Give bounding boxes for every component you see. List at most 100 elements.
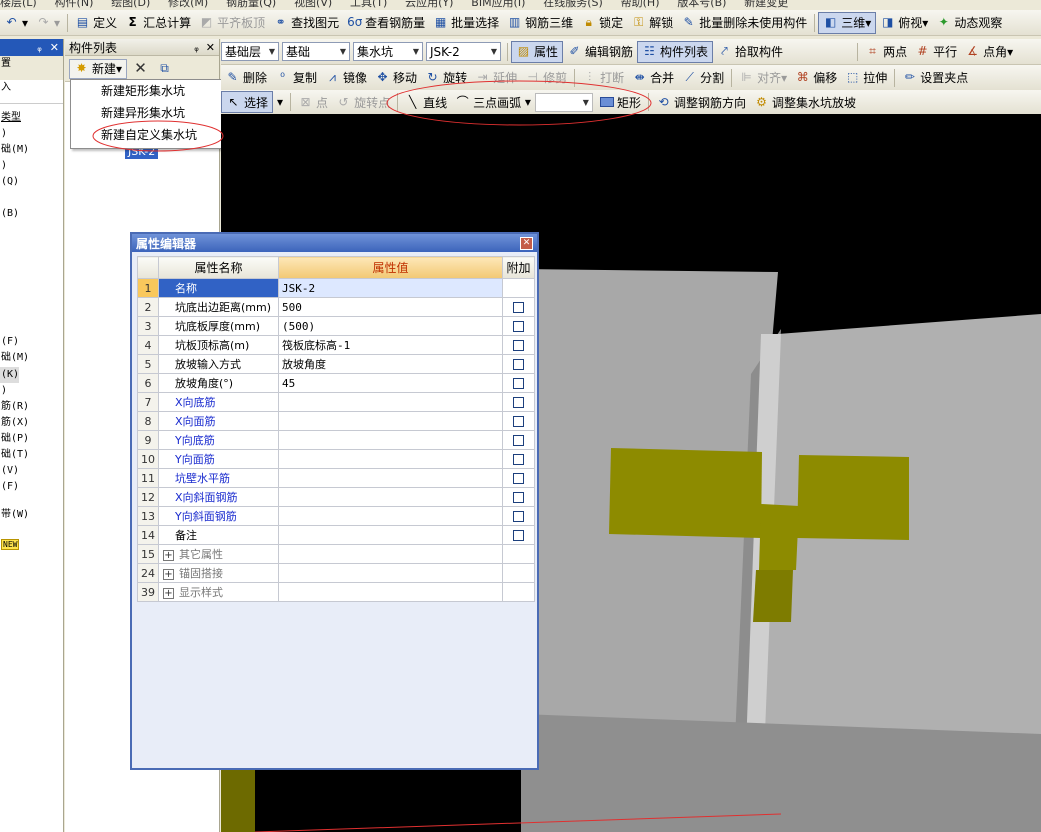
rotate-button[interactable]: ↻ 旋转 xyxy=(421,67,471,89)
table-row[interactable]: 4 坑板顶标高(m) 筏板底标高-1 xyxy=(137,335,535,355)
menu-view[interactable]: 视图(V) xyxy=(294,0,332,8)
property-value[interactable]: 500 xyxy=(278,297,503,317)
nav-item[interactable]: (B) xyxy=(0,206,63,222)
menu-new-change[interactable]: 新建变更 xyxy=(744,0,788,8)
property-value[interactable]: 筏板底标高-1 xyxy=(278,335,503,355)
close-icon[interactable]: ✕ xyxy=(520,236,533,250)
expand-icon[interactable]: + xyxy=(163,550,174,561)
close-icon[interactable]: ✕ xyxy=(206,41,215,54)
batch-select-button[interactable]: ▦ 批量选择 xyxy=(429,12,503,34)
menu-rebar[interactable]: 钢筋量(Q) xyxy=(226,0,276,8)
undo-button[interactable]: ↶ ▾ xyxy=(0,12,32,34)
nav-item[interactable]: 础(T) xyxy=(0,447,63,463)
adjust-rebar-dir-button[interactable]: ⟲ 调整钢筋方向 xyxy=(652,91,750,113)
table-row-group[interactable]: 39 + 显示样式 xyxy=(137,582,535,602)
select-dropdown[interactable]: ▾ xyxy=(273,91,287,113)
table-row[interactable]: 8 X向面筋 xyxy=(137,411,535,431)
table-row[interactable]: 14 备注 xyxy=(137,525,535,545)
nav-item[interactable]: 础(P) xyxy=(0,431,63,447)
property-value[interactable] xyxy=(278,411,503,431)
menu-bim[interactable]: BIM应用(I) xyxy=(471,0,525,8)
nav-item[interactable]: (Q) xyxy=(0,174,63,190)
add-checkbox[interactable] xyxy=(513,511,524,522)
flush-slab-button[interactable]: ◩ 平齐板顶 xyxy=(195,12,269,34)
adjust-slope-button[interactable]: ⚙ 调整集水坑放坡 xyxy=(750,91,860,113)
property-value[interactable] xyxy=(278,487,503,507)
align-button[interactable]: ⊫ 对齐 ▾ xyxy=(735,67,791,89)
copy-button[interactable]: ⁰ 复制 xyxy=(271,67,321,89)
nav-item[interactable]: 类型 xyxy=(0,110,63,126)
table-row-group[interactable]: 15 + 其它属性 xyxy=(137,544,535,564)
menu-floor[interactable]: 楼层(L) xyxy=(0,0,37,8)
nav-item[interactable]: 础(M) xyxy=(0,142,63,158)
property-value[interactable]: 45 xyxy=(278,373,503,393)
menu-version[interactable]: 版本号(B) xyxy=(677,0,726,8)
table-row[interactable]: 10 Y向面筋 xyxy=(137,449,535,469)
edit-rebar-button[interactable]: ✐ 编辑钢筋 xyxy=(563,41,637,63)
point-angle-button[interactable]: ∡ 点角 ▾ xyxy=(961,41,1017,63)
property-editor-titlebar[interactable]: 属性编辑器 ✕ xyxy=(132,234,537,252)
parallel-button[interactable]: # 平行 xyxy=(911,41,961,63)
add-checkbox[interactable] xyxy=(513,321,524,332)
nav-item[interactable]: ) xyxy=(0,126,63,142)
table-row[interactable]: 3 坑底板厚度(mm) (500) xyxy=(137,316,535,336)
table-row[interactable]: 2 坑底出边距离(mm) 500 xyxy=(137,297,535,317)
rotate-point-button[interactable]: ↺ 旋转点 xyxy=(332,91,394,113)
component-select[interactable]: JSK-2 ▼ xyxy=(426,42,501,61)
nav-item-selected[interactable]: (K) xyxy=(0,367,20,383)
pin-icon[interactable]: ᵩ xyxy=(37,41,42,54)
add-checkbox[interactable] xyxy=(513,416,524,427)
top-view-button[interactable]: ◨ 俯视 ▾ xyxy=(876,12,932,34)
rect-button[interactable]: 矩形 xyxy=(596,91,645,113)
line-button[interactable]: ╲ 直线 xyxy=(401,91,451,113)
view-rebar-button[interactable]: 6σ 查看钢筋量 xyxy=(343,12,429,34)
property-value[interactable] xyxy=(278,506,503,526)
lock-button[interactable]: 🔒︎ 锁定 xyxy=(577,12,627,34)
menu-item-new-rect-pit[interactable]: 新建矩形集水坑 xyxy=(71,80,222,102)
nav-item[interactable]: ) xyxy=(0,383,63,399)
menu-item-new-custom-pit[interactable]: 新建自定义集水坑 xyxy=(71,124,222,146)
split-button[interactable]: ⟋ 分割 xyxy=(678,67,728,89)
property-value[interactable]: (500) xyxy=(278,316,503,336)
rebar-3d-button[interactable]: ▥ 钢筋三维 xyxy=(503,12,577,34)
table-row[interactable]: 5 放坡输入方式 放坡角度 xyxy=(137,354,535,374)
nav-item[interactable]: 带(W) xyxy=(0,507,63,523)
nav-item[interactable]: ) xyxy=(0,158,63,174)
mirror-button[interactable]: ⩘ 镜像 xyxy=(321,67,371,89)
batch-delete-button[interactable]: ✎ 批量删除未使用构件 xyxy=(677,12,811,34)
component-list-button[interactable]: ☷ 构件列表 xyxy=(637,40,714,63)
view-3d-button[interactable]: ◧ 三维 ▾ xyxy=(818,11,877,34)
nav-item[interactable]: (F) xyxy=(0,334,63,350)
expand-icon[interactable]: + xyxy=(163,569,174,580)
add-checkbox[interactable] xyxy=(513,492,524,503)
table-row-group[interactable]: 24 + 锚固搭接 xyxy=(137,563,535,583)
nav-item[interactable]: 础(M) xyxy=(0,350,63,366)
nav-item[interactable]: 入 xyxy=(0,80,63,96)
point-button[interactable]: ⊠ 点 xyxy=(294,91,332,113)
menu-modify[interactable]: 修改(M) xyxy=(168,0,208,8)
add-checkbox[interactable] xyxy=(513,397,524,408)
offset-button[interactable]: ⌘ 偏移 xyxy=(791,67,841,89)
dynamic-view-button[interactable]: ✦ 动态观察 xyxy=(932,12,1006,34)
unlock-button[interactable]: ⚿ 解锁 xyxy=(627,12,677,34)
find-button[interactable]: ⚭ 查找图元 xyxy=(269,12,343,34)
nav-item[interactable]: (V) xyxy=(0,463,63,479)
add-checkbox[interactable] xyxy=(513,473,524,484)
floor-select[interactable]: 基础层 ▼ xyxy=(221,42,279,61)
menu-help[interactable]: 帮助(H) xyxy=(621,0,660,8)
new-component-button[interactable]: ✸ 新建 ▾ xyxy=(69,58,128,79)
table-row[interactable]: 6 放坡角度(°) 45 xyxy=(137,373,535,393)
type-select[interactable]: 集水坑 ▼ xyxy=(353,42,423,61)
nav-item[interactable]: (F) xyxy=(0,479,63,495)
property-value[interactable] xyxy=(278,392,503,412)
table-row[interactable]: 13 Y向斜面钢筋 xyxy=(137,506,535,526)
arc-option-select[interactable]: ▼ xyxy=(534,92,593,112)
property-value[interactable] xyxy=(278,449,503,469)
table-row[interactable]: 11 坑壁水平筋 xyxy=(137,468,535,488)
nav-item[interactable]: 筋(R) xyxy=(0,399,63,415)
add-checkbox[interactable] xyxy=(513,454,524,465)
property-value[interactable] xyxy=(278,468,503,488)
pick-component-button[interactable]: ⤤ 拾取构件 xyxy=(713,41,787,63)
add-checkbox[interactable] xyxy=(513,435,524,446)
delete-button[interactable]: ✎ 删除 xyxy=(221,67,271,89)
